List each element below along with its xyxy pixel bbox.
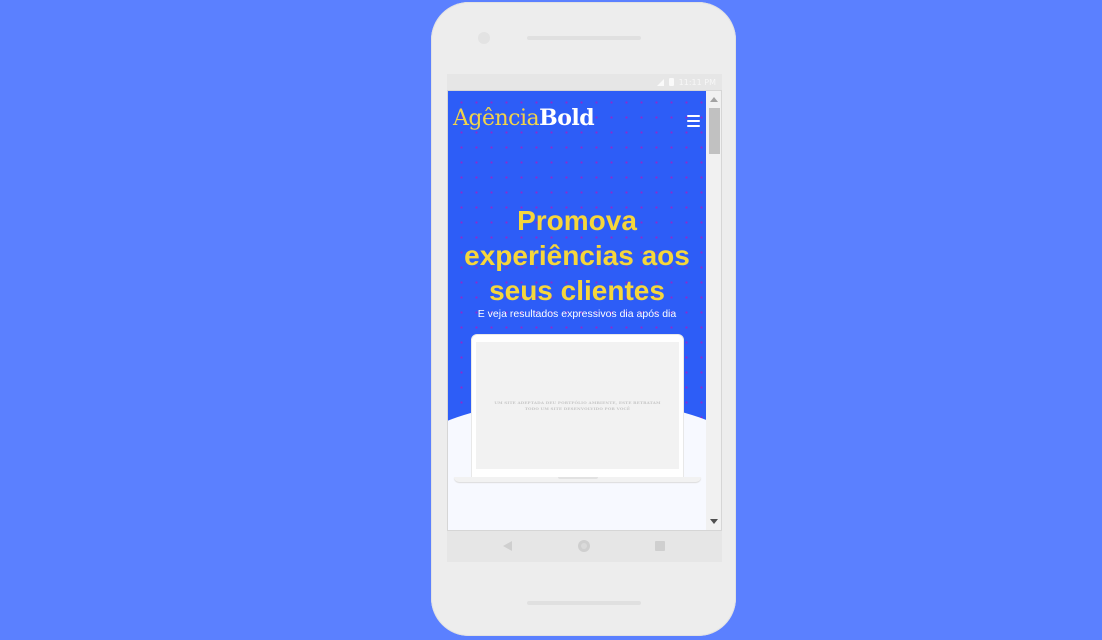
logo-text-light: Agência [453, 106, 540, 131]
menu-line [687, 120, 700, 122]
recent-apps-square-icon[interactable] [655, 541, 665, 551]
scrollbar-thumb[interactable] [709, 108, 720, 154]
laptop-screen-text: UM SITE ADEPTADA DEU PORTFÓLIO AMBIENTE,… [494, 399, 661, 411]
vertical-scrollbar[interactable] [706, 91, 721, 530]
headline-line-2: experiências aos [464, 240, 690, 271]
menu-line [687, 125, 700, 127]
laptop-mockup-notch [558, 477, 598, 479]
headline-line-1: Promova [517, 205, 637, 236]
logo-text-bold: Bold [539, 105, 595, 131]
earpiece-speaker [527, 36, 641, 40]
stage: 11:11 PM AgênciaBold Promova experiência… [0, 0, 1102, 640]
home-circle-icon[interactable] [578, 540, 590, 552]
site-logo[interactable]: AgênciaBold [453, 105, 595, 131]
hero-subheadline: E veja resultados expressivos dia após d… [477, 308, 677, 320]
laptop-mockup-screen: UM SITE ADEPTADA DEU PORTFÓLIO AMBIENTE,… [476, 342, 679, 469]
android-status-bar: 11:11 PM [447, 74, 722, 90]
android-nav-bar [447, 531, 722, 562]
signal-icon [656, 78, 664, 86]
browser-viewport: AgênciaBold Promova experiências aos seu… [447, 90, 722, 531]
menu-line [687, 115, 700, 117]
front-camera [478, 32, 490, 44]
status-time: 11:11 PM [678, 77, 716, 87]
page-content: AgênciaBold Promova experiências aos seu… [448, 91, 706, 530]
headline-line-3: seus clientes [489, 275, 665, 306]
phone-bottom-speaker [527, 601, 641, 605]
battery-icon [668, 78, 674, 86]
hero-headline: Promova experiências aos seus clientes [448, 203, 706, 308]
hamburger-menu-icon[interactable] [687, 115, 700, 127]
scroll-down-arrow-icon[interactable] [706, 514, 721, 528]
back-triangle-icon[interactable] [503, 541, 512, 551]
scroll-up-arrow-icon[interactable] [706, 93, 721, 107]
